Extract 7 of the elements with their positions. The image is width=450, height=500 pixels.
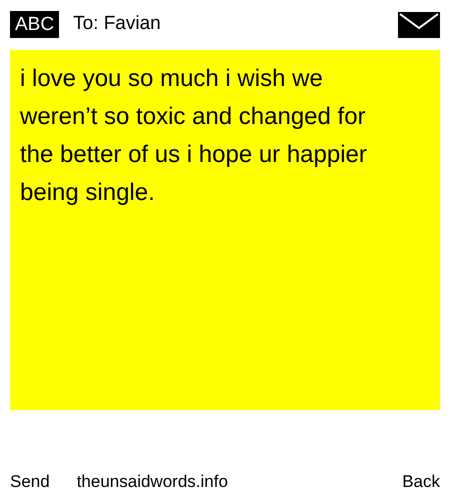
envelope-icon[interactable]	[398, 12, 440, 38]
send-link[interactable]: Send	[10, 468, 50, 494]
back-link[interactable]: Back	[402, 468, 440, 494]
site-link[interactable]: theunsaidwords.info	[76, 468, 228, 494]
recipient-label: To: Favian	[73, 12, 161, 36]
abc-badge: ABC	[10, 11, 60, 38]
message-text: i love you so much i wish we weren’t so toxic and changed for the better of us i hope ur happier being single.	[20, 64, 368, 208]
